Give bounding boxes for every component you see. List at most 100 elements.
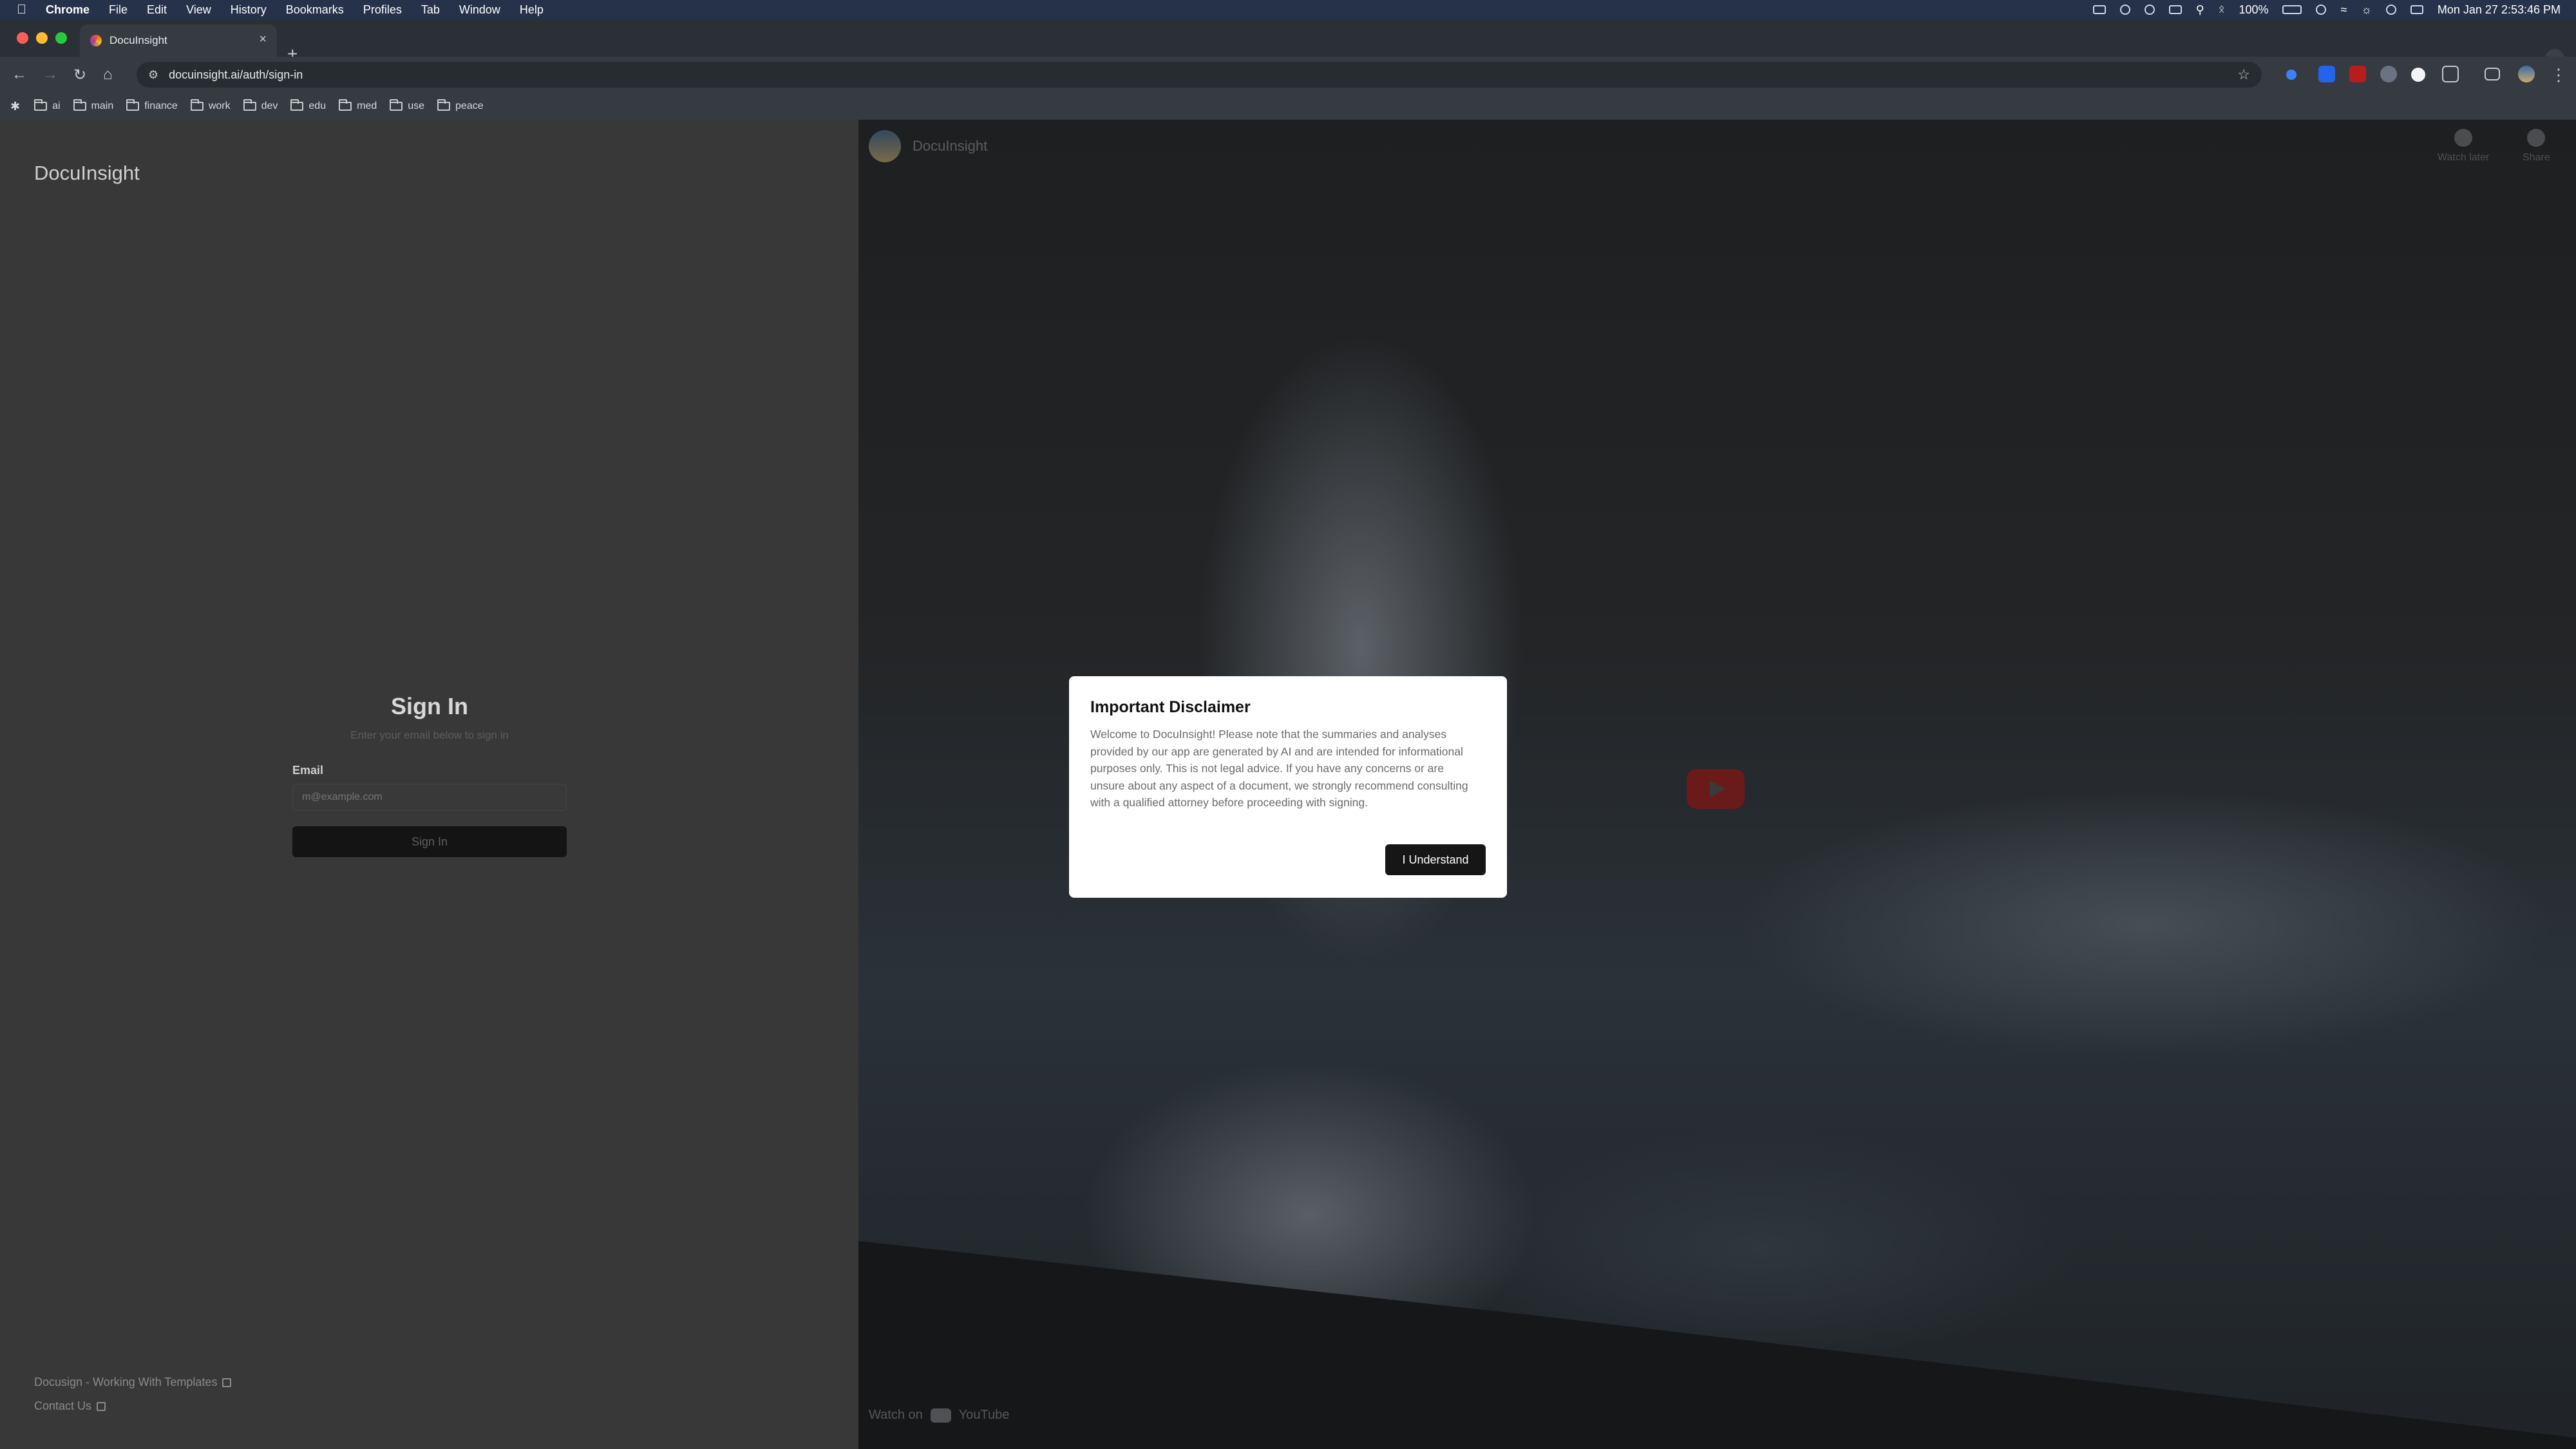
folder-icon: [34, 99, 48, 111]
watch-later-button[interactable]: Watch later: [2438, 129, 2489, 164]
folder-icon: [243, 99, 256, 111]
url-text: docuinsight.ai/auth/sign-in: [169, 68, 303, 81]
apple-icon[interactable]: : [17, 3, 26, 17]
battery-percent: 100%: [2239, 3, 2269, 16]
menu-bookmarks[interactable]: Bookmarks: [286, 3, 344, 17]
cloud-icon[interactable]: [2119, 5, 2130, 15]
channel-avatar[interactable]: [869, 130, 901, 162]
calendar-icon[interactable]: [2168, 5, 2182, 14]
i-understand-button[interactable]: I Understand: [1385, 844, 1486, 875]
sign-in-subtitle: Enter your email below to sign in: [350, 729, 509, 741]
reading-list-icon[interactable]: [2485, 68, 2500, 80]
bookmark-folder-edu[interactable]: edu: [290, 99, 326, 112]
profile-avatar[interactable]: [2518, 66, 2535, 82]
folder-icon: [190, 99, 204, 111]
video-channel[interactable]: DocuInsight: [869, 130, 987, 162]
bookmark-folder-med[interactable]: med: [339, 99, 377, 112]
extension-white-icon[interactable]: [2411, 68, 2425, 82]
channel-name[interactable]: DocuInsight: [913, 138, 987, 155]
reload-icon[interactable]: ↻: [73, 57, 86, 93]
back-icon[interactable]: ←: [12, 57, 27, 93]
bookmark-label: ai: [52, 100, 61, 111]
minimize-window-button[interactable]: [36, 32, 48, 44]
folder-icon: [390, 99, 403, 111]
menu-file[interactable]: File: [109, 3, 128, 17]
macos-menu-bar:  Chrome File Edit View History Bookmark…: [0, 0, 2576, 19]
extensions-puzzle-icon[interactable]: [2442, 66, 2459, 82]
play-icon[interactable]: [2144, 5, 2155, 15]
menu-history[interactable]: History: [231, 3, 267, 17]
brand-logo-text[interactable]: DocuInsight: [34, 162, 140, 185]
browser-toolbar: ← → ↻ ⌂ ⚙ docuinsight.ai/auth/sign-in ☆ …: [0, 57, 2576, 93]
share-label: Share: [2523, 152, 2550, 163]
tab-strip: DocuInsight × + ⌄: [0, 19, 2576, 68]
bluetooth-icon[interactable]: ᛟ: [2219, 4, 2225, 15]
brightness-icon[interactable]: ☼: [2361, 3, 2372, 17]
extension-blue-icon[interactable]: [2286, 70, 2297, 80]
control-center-icon[interactable]: [2410, 5, 2423, 14]
home-icon[interactable]: ⌂: [103, 57, 113, 93]
extension-glasses-icon[interactable]: [2380, 66, 2397, 82]
menu-datetime[interactable]: Mon Jan 27 2:53:46 PM: [2438, 3, 2561, 17]
folder-icon: [126, 99, 140, 111]
bookmark-label: main: [91, 100, 114, 111]
bookmark-folder-work[interactable]: work: [190, 99, 231, 112]
sign-in-button[interactable]: Sign In: [292, 826, 567, 857]
menu-window[interactable]: Window: [459, 3, 500, 17]
chrome-menu-icon[interactable]: ⋮: [2550, 57, 2567, 93]
footer-link-docusign[interactable]: Docusign - Working With Templates: [34, 1376, 232, 1389]
menu-profiles[interactable]: Profiles: [363, 3, 402, 17]
tab-title: DocuInsight: [109, 34, 167, 46]
extension-shield-icon[interactable]: [2318, 66, 2335, 82]
watch-on-label: Watch on: [869, 1408, 923, 1422]
apps-puzzle-icon[interactable]: ✱: [10, 100, 20, 113]
address-bar[interactable]: ⚙ docuinsight.ai/auth/sign-in ☆: [137, 62, 2262, 88]
bookmark-folder-finance[interactable]: finance: [126, 99, 178, 112]
clock-icon: [2454, 129, 2473, 147]
favicon-icon: [90, 35, 102, 46]
bookmark-star-icon[interactable]: ☆: [2237, 66, 2250, 83]
bookmarks-bar: ✱ ai main finance work dev edu med use p…: [0, 93, 2576, 120]
mail-icon[interactable]: [2092, 5, 2106, 14]
time-machine-icon[interactable]: [2316, 5, 2327, 15]
share-icon: [2527, 129, 2546, 147]
menu-tab[interactable]: Tab: [421, 3, 440, 17]
screen:  Chrome File Edit View History Bookmark…: [0, 0, 2576, 1449]
play-button-icon[interactable]: [1687, 769, 1745, 809]
folder-icon: [73, 99, 86, 111]
footer-link-contact[interactable]: Contact Us: [34, 1399, 106, 1413]
watch-on-youtube-link[interactable]: Watch on YouTube: [869, 1408, 1009, 1423]
info-icon[interactable]: [2385, 5, 2396, 15]
zoom-window-button[interactable]: [55, 32, 67, 44]
bookmark-label: finance: [144, 100, 178, 111]
extension-red-icon[interactable]: [2349, 66, 2366, 82]
search-icon[interactable]: ⚲: [2196, 3, 2204, 17]
close-window-button[interactable]: [17, 32, 28, 44]
email-field[interactable]: [292, 784, 567, 811]
tab-docuinsight[interactable]: DocuInsight ×: [80, 24, 277, 57]
share-button[interactable]: Share: [2523, 129, 2550, 164]
bookmark-folder-use[interactable]: use: [390, 99, 424, 112]
video-frame-rock: [858, 1241, 2576, 1449]
bookmark-folder-dev[interactable]: dev: [243, 99, 278, 112]
bookmark-folder-ai[interactable]: ai: [34, 99, 61, 112]
wifi-icon[interactable]: ≈: [2340, 3, 2347, 17]
forward-icon[interactable]: →: [43, 57, 58, 93]
dialog-title: Important Disclaimer: [1090, 698, 1251, 716]
status-area: ⚲ ᛟ 100% ≈ ☼ Mon Jan 27 2:53:46 PM: [2092, 0, 2561, 19]
menu-view[interactable]: View: [186, 3, 211, 17]
menu-app-name[interactable]: Chrome: [46, 3, 90, 17]
sign-in-form: Sign In Enter your email below to sign i…: [292, 693, 567, 857]
battery-icon[interactable]: [2282, 5, 2302, 14]
menu-edit[interactable]: Edit: [147, 3, 167, 17]
bookmark-folder-peace[interactable]: peace: [437, 99, 484, 112]
sign-in-title: Sign In: [391, 693, 468, 719]
window-controls: [17, 32, 67, 44]
bookmark-folder-main[interactable]: main: [73, 99, 114, 112]
email-label: Email: [292, 764, 324, 777]
close-tab-icon[interactable]: ×: [259, 32, 267, 47]
sign-in-pane: DocuInsight Sign In Enter your email bel…: [0, 120, 858, 1449]
menu-help[interactable]: Help: [520, 3, 544, 17]
footer-link-label: Docusign - Working With Templates: [34, 1376, 218, 1388]
site-info-icon[interactable]: ⚙: [148, 68, 158, 82]
